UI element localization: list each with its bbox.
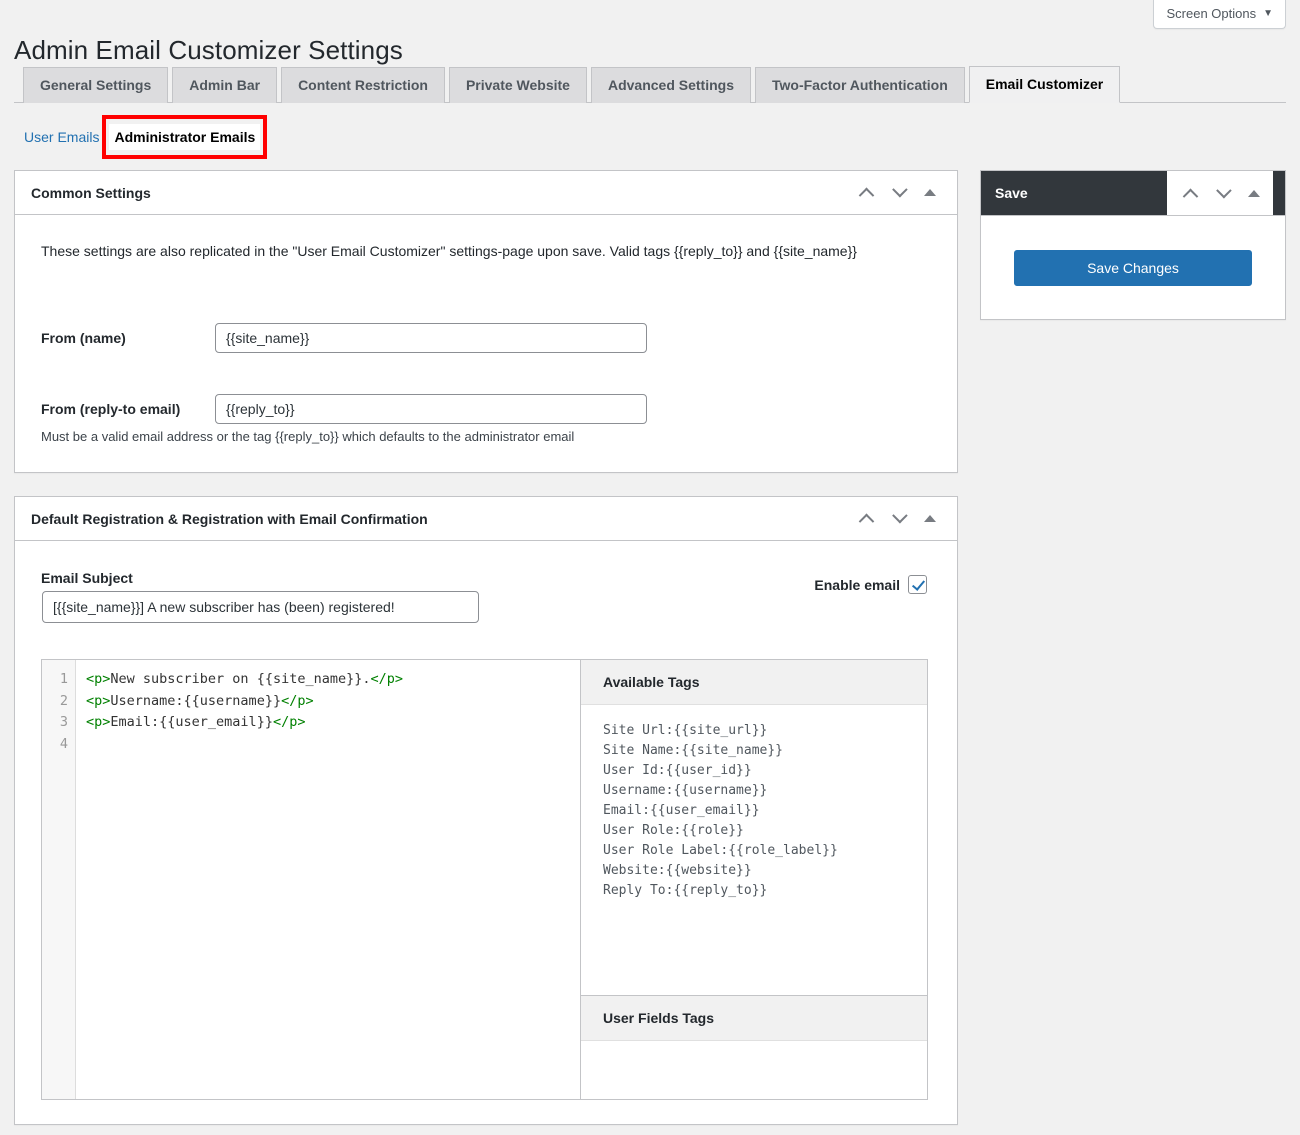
move-down-button[interactable] (883, 504, 913, 534)
toggle-panel-button[interactable] (915, 178, 945, 208)
chevron-up-icon (858, 188, 874, 204)
screen-options-label: Screen Options (1166, 6, 1256, 21)
move-up-button[interactable] (1175, 178, 1205, 208)
toggle-panel-button[interactable] (1239, 178, 1269, 208)
registration-panel-title: Default Registration & Registration with… (31, 511, 851, 527)
save-changes-button[interactable]: Save Changes (1014, 250, 1252, 286)
tab-general-settings[interactable]: General Settings (23, 67, 168, 103)
user-fields-tags-title: User Fields Tags (581, 995, 927, 1041)
line-number-gutter: 1234 (42, 660, 76, 1099)
toggle-panel-button[interactable] (915, 504, 945, 534)
from-reply-row: From (reply-to email) (41, 394, 647, 424)
available-tags-title: Available Tags (581, 660, 927, 705)
nav-tab-bar: General Settings Admin Bar Content Restr… (14, 65, 1286, 103)
subtab-administrator-emails-wrapper: Administrator Emails (109, 124, 260, 150)
registration-panel-header: Default Registration & Registration with… (15, 497, 957, 541)
from-name-label: From (name) (41, 330, 215, 346)
email-body-editor-area: 1234 <p>New subscriber on {{site_name}}.… (41, 659, 928, 1100)
move-down-button[interactable] (883, 178, 913, 208)
line-number: 2 (42, 691, 68, 713)
move-down-button[interactable] (1207, 178, 1237, 208)
tab-two-factor-authentication[interactable]: Two-Factor Authentication (755, 67, 965, 103)
chevron-down-icon (892, 182, 908, 198)
screen-options-button[interactable]: Screen Options ▼ (1153, 0, 1286, 29)
chevron-down-icon (1216, 182, 1232, 198)
page-title: Admin Email Customizer Settings (14, 34, 403, 68)
enable-email-label: Enable email (814, 577, 900, 593)
triangle-up-icon (924, 515, 936, 522)
tab-admin-bar[interactable]: Admin Bar (172, 67, 277, 103)
from-name-row: From (name) (41, 323, 647, 353)
user-fields-tags-list (581, 1041, 927, 1099)
admin-page: Screen Options ▼ Admin Email Customizer … (0, 0, 1300, 1135)
from-reply-label: From (reply-to email) (41, 401, 215, 417)
common-settings-title: Common Settings (31, 185, 851, 201)
from-reply-input[interactable] (215, 394, 647, 424)
common-settings-header: Common Settings (15, 171, 957, 215)
code-line (86, 734, 580, 756)
subtab-administrator-emails[interactable]: Administrator Emails (109, 124, 260, 150)
line-number: 1 (42, 669, 68, 691)
email-subject-label: Email Subject (41, 570, 133, 586)
subtab-user-emails[interactable]: User Emails (24, 126, 99, 148)
tab-advanced-settings[interactable]: Advanced Settings (591, 67, 751, 103)
tab-email-customizer[interactable]: Email Customizer (969, 66, 1120, 103)
triangle-up-icon (1248, 190, 1260, 197)
line-number: 4 (42, 734, 68, 756)
code-line: <p>Username:{{username}}</p> (86, 691, 580, 713)
chevron-down-icon: ▼ (1263, 9, 1273, 19)
save-panel-controls (1167, 171, 1273, 215)
line-number: 3 (42, 712, 68, 734)
chevron-up-icon (858, 514, 874, 530)
save-panel: Save Save Changes (980, 170, 1286, 320)
move-up-button[interactable] (851, 504, 881, 534)
tab-private-website[interactable]: Private Website (449, 67, 587, 103)
enable-email-checkbox[interactable] (908, 575, 927, 594)
sub-tab-bar: User Emails Administrator Emails (24, 124, 260, 150)
move-up-button[interactable] (851, 178, 881, 208)
available-tags-list: Site Url:{{site_url}} Site Name:{{site_n… (581, 705, 927, 995)
save-panel-title: Save (995, 185, 1167, 201)
code-line: <p>New subscriber on {{site_name}}.</p> (86, 669, 580, 691)
from-name-input[interactable] (215, 323, 647, 353)
chevron-down-icon (892, 508, 908, 524)
common-settings-panel: Common Settings These settings are also … (14, 170, 958, 473)
code-editor[interactable]: 1234 <p>New subscriber on {{site_name}}.… (42, 660, 580, 1099)
email-subject-input[interactable] (42, 591, 479, 623)
registration-panel: Default Registration & Registration with… (14, 496, 958, 1125)
tags-sidebar: Available Tags Site Url:{{site_url}} Sit… (581, 660, 927, 1099)
save-panel-body: Save Changes (981, 215, 1285, 320)
panel-controls (851, 504, 945, 534)
chevron-up-icon (1182, 188, 1198, 204)
code-line: <p>Email:{{user_email}}</p> (86, 712, 580, 734)
from-reply-helper-text: Must be a valid email address or the tag… (41, 429, 574, 444)
tab-content-restriction[interactable]: Content Restriction (281, 67, 445, 103)
code-content[interactable]: <p>New subscriber on {{site_name}}.</p><… (76, 660, 580, 1099)
enable-email-row: Enable email (814, 575, 927, 594)
save-panel-header: Save (981, 171, 1285, 215)
triangle-up-icon (924, 189, 936, 196)
common-settings-description: These settings are also replicated in th… (41, 241, 871, 263)
panel-controls (851, 178, 945, 208)
